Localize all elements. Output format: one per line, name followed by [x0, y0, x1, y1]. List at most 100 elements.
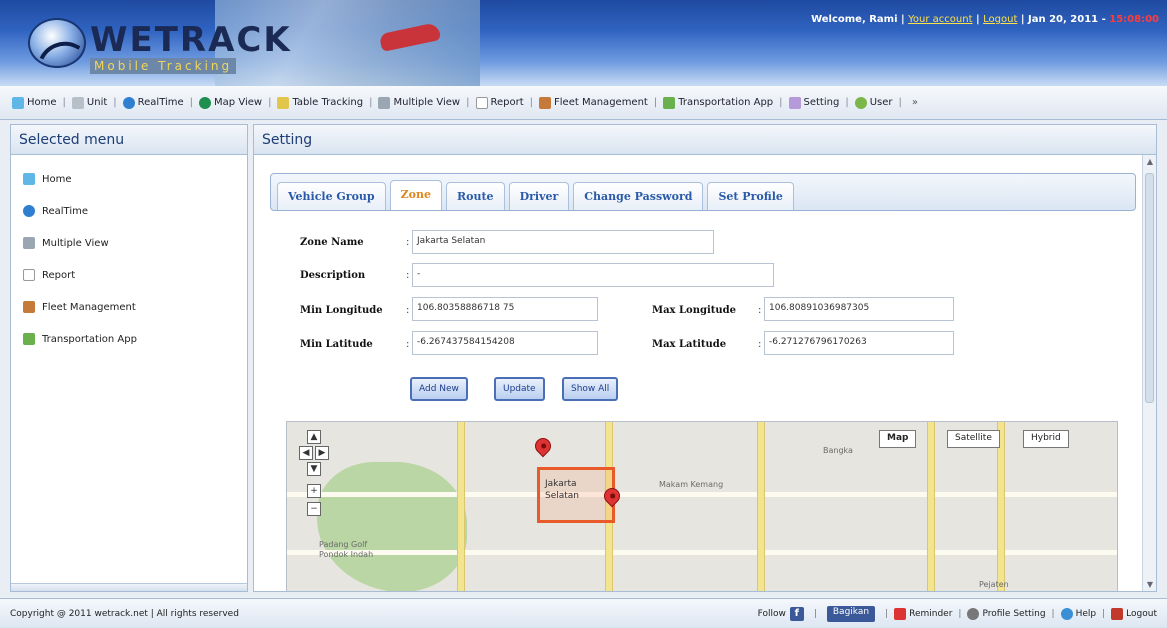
follow-label: Follow — [757, 608, 786, 619]
app-footer: Copyright @ 2011 wetrack.net | All right… — [0, 598, 1167, 628]
welcome-text: Welcome, Rami — [811, 14, 898, 25]
pan-right-icon[interactable]: ▶ — [315, 446, 329, 460]
reminder-link[interactable]: Reminder — [909, 609, 952, 619]
unit-icon — [71, 96, 84, 109]
fleet-icon — [23, 301, 35, 313]
zone-map[interactable]: Bangka Makam Kemang Padang Golf Pondok I… — [286, 421, 1118, 591]
welcome-bar: Welcome, Rami | Your account | Logout | … — [811, 14, 1159, 25]
scroll-up-icon[interactable]: ▲ — [1145, 157, 1155, 166]
zoom-in-icon[interactable]: + — [307, 484, 321, 498]
map-icon — [199, 96, 212, 109]
min-longitude-label: Min Longitude — [300, 305, 383, 316]
vertical-scrollbar[interactable]: ▲ ▼ — [1142, 155, 1156, 591]
footer-logout-link[interactable]: Logout — [1126, 609, 1157, 619]
table-icon — [277, 96, 290, 109]
logo-icon — [28, 18, 86, 72]
zone-name-label: Zone Name — [300, 237, 364, 248]
min-latitude-label: Min Latitude — [300, 339, 373, 350]
nav-home[interactable]: Home — [12, 96, 57, 109]
pan-up-icon[interactable]: ▲ — [307, 430, 321, 444]
zone-corner-marker-icon[interactable] — [531, 434, 555, 458]
report-icon — [475, 96, 488, 109]
nav-report[interactable]: Report — [475, 96, 524, 109]
tab-set-profile[interactable]: Set Profile — [707, 182, 794, 210]
selected-menu-list: Home RealTime Multiple View Report Fleet… — [11, 155, 247, 355]
app-header: WETRACK Mobile Tracking Welcome, Rami | … — [0, 0, 1167, 86]
share-button[interactable]: Bagikan — [826, 605, 876, 622]
nav-fleet-management[interactable]: Fleet Management — [539, 96, 648, 109]
nav-more-icon[interactable]: » — [912, 97, 918, 108]
logout-icon — [1111, 607, 1124, 620]
description-field[interactable]: - — [412, 263, 774, 287]
zone-name-field[interactable]: Jakarta Selatan — [412, 230, 714, 254]
help-link[interactable]: Help — [1076, 609, 1097, 619]
nav-transportation-app[interactable]: Transportation App — [663, 96, 773, 109]
panel-resize-handle[interactable] — [11, 583, 247, 591]
max-latitude-label: Max Latitude — [652, 339, 727, 350]
map-road — [457, 422, 465, 591]
your-account-link[interactable]: Your account — [908, 14, 972, 25]
map-place-label: Padang Golf — [319, 540, 368, 549]
map-type-satellite-button[interactable]: Satellite — [947, 430, 1000, 448]
transportation-icon — [663, 96, 676, 109]
logo-title: WETRACK — [90, 20, 292, 60]
max-longitude-label: Max Longitude — [652, 305, 736, 316]
menu-item-multiple-view[interactable]: Multiple View — [23, 227, 247, 259]
realtime-icon — [23, 205, 35, 217]
profile-setting-icon — [967, 607, 980, 620]
menu-item-report[interactable]: Report — [23, 259, 247, 291]
tab-zone[interactable]: Zone — [389, 180, 442, 210]
nav-setting[interactable]: Setting — [788, 96, 839, 109]
setting-icon — [788, 96, 801, 109]
zone-label: Jakarta Selatan — [545, 479, 580, 501]
menu-item-transportation-app[interactable]: Transportation App — [23, 323, 247, 355]
max-longitude-field[interactable]: 106.80891036987305 — [764, 297, 954, 321]
menu-item-home[interactable]: Home — [23, 163, 247, 195]
logo-subtitle: Mobile Tracking — [90, 58, 237, 74]
nav-realtime[interactable]: RealTime — [122, 96, 184, 109]
add-new-button[interactable]: Add New — [410, 377, 468, 401]
map-place-label: Makam Kemang — [659, 480, 724, 489]
tab-driver[interactable]: Driver — [508, 182, 570, 210]
scrollbar-thumb[interactable] — [1145, 173, 1154, 403]
main-nav: Home | Unit | RealTime | Map View | Tabl… — [0, 86, 1167, 120]
map-type-hybrid-button[interactable]: Hybrid — [1023, 430, 1069, 448]
selected-menu-panel: Selected menu Home RealTime Multiple Vie… — [10, 124, 248, 592]
tab-change-password[interactable]: Change Password — [573, 182, 704, 210]
tab-route[interactable]: Route — [446, 182, 505, 210]
min-latitude-field[interactable]: -6.267437584154208 — [412, 331, 598, 355]
pan-down-icon[interactable]: ▼ — [307, 462, 321, 476]
map-type-map-button[interactable]: Map — [879, 430, 917, 448]
min-longitude-field[interactable]: 106.80358886718 75 — [412, 297, 598, 321]
copyright-text: Copyright @ 2011 wetrack.net | All right… — [10, 608, 239, 619]
nav-map-view[interactable]: Map View — [199, 96, 262, 109]
nav-unit[interactable]: Unit — [71, 96, 107, 109]
update-button[interactable]: Update — [494, 377, 545, 401]
menu-item-fleet-management[interactable]: Fleet Management — [23, 291, 247, 323]
facebook-icon[interactable]: f — [789, 606, 804, 621]
profile-setting-link[interactable]: Profile Setting — [982, 609, 1045, 619]
show-all-button[interactable]: Show All — [562, 377, 619, 401]
map-place-label: Bangka — [823, 446, 853, 455]
menu-item-realtime[interactable]: RealTime — [23, 195, 247, 227]
setting-panel: Setting ▲ ▼ Vehicle Group Zone Route Dri… — [253, 124, 1157, 592]
home-icon — [12, 96, 24, 109]
fleet-icon — [539, 96, 552, 109]
map-place-label: Pejaten — [979, 580, 1009, 589]
map-road — [287, 492, 1117, 497]
nav-multiple-view[interactable]: Multiple View — [378, 96, 460, 109]
setting-title: Setting — [254, 125, 1156, 155]
nav-user[interactable]: User — [854, 96, 893, 109]
nav-table-tracking[interactable]: Table Tracking — [277, 96, 363, 109]
time-text: 15:08:00 — [1109, 14, 1159, 25]
tab-vehicle-group[interactable]: Vehicle Group — [277, 182, 386, 210]
scroll-down-icon[interactable]: ▼ — [1145, 580, 1155, 589]
max-latitude-field[interactable]: -6.271276796170263 — [764, 331, 954, 355]
logo: WETRACK Mobile Tracking — [28, 10, 290, 74]
pan-left-icon[interactable]: ◀ — [299, 446, 313, 460]
panel-title: Selected menu — [11, 125, 247, 155]
date-text: Jan 20, 2011 - — [1028, 14, 1106, 25]
zoom-out-icon[interactable]: − — [307, 502, 321, 516]
logout-link[interactable]: Logout — [983, 14, 1017, 25]
footer-actions: Follow f | Bagikan | Reminder | Profile … — [757, 605, 1157, 622]
